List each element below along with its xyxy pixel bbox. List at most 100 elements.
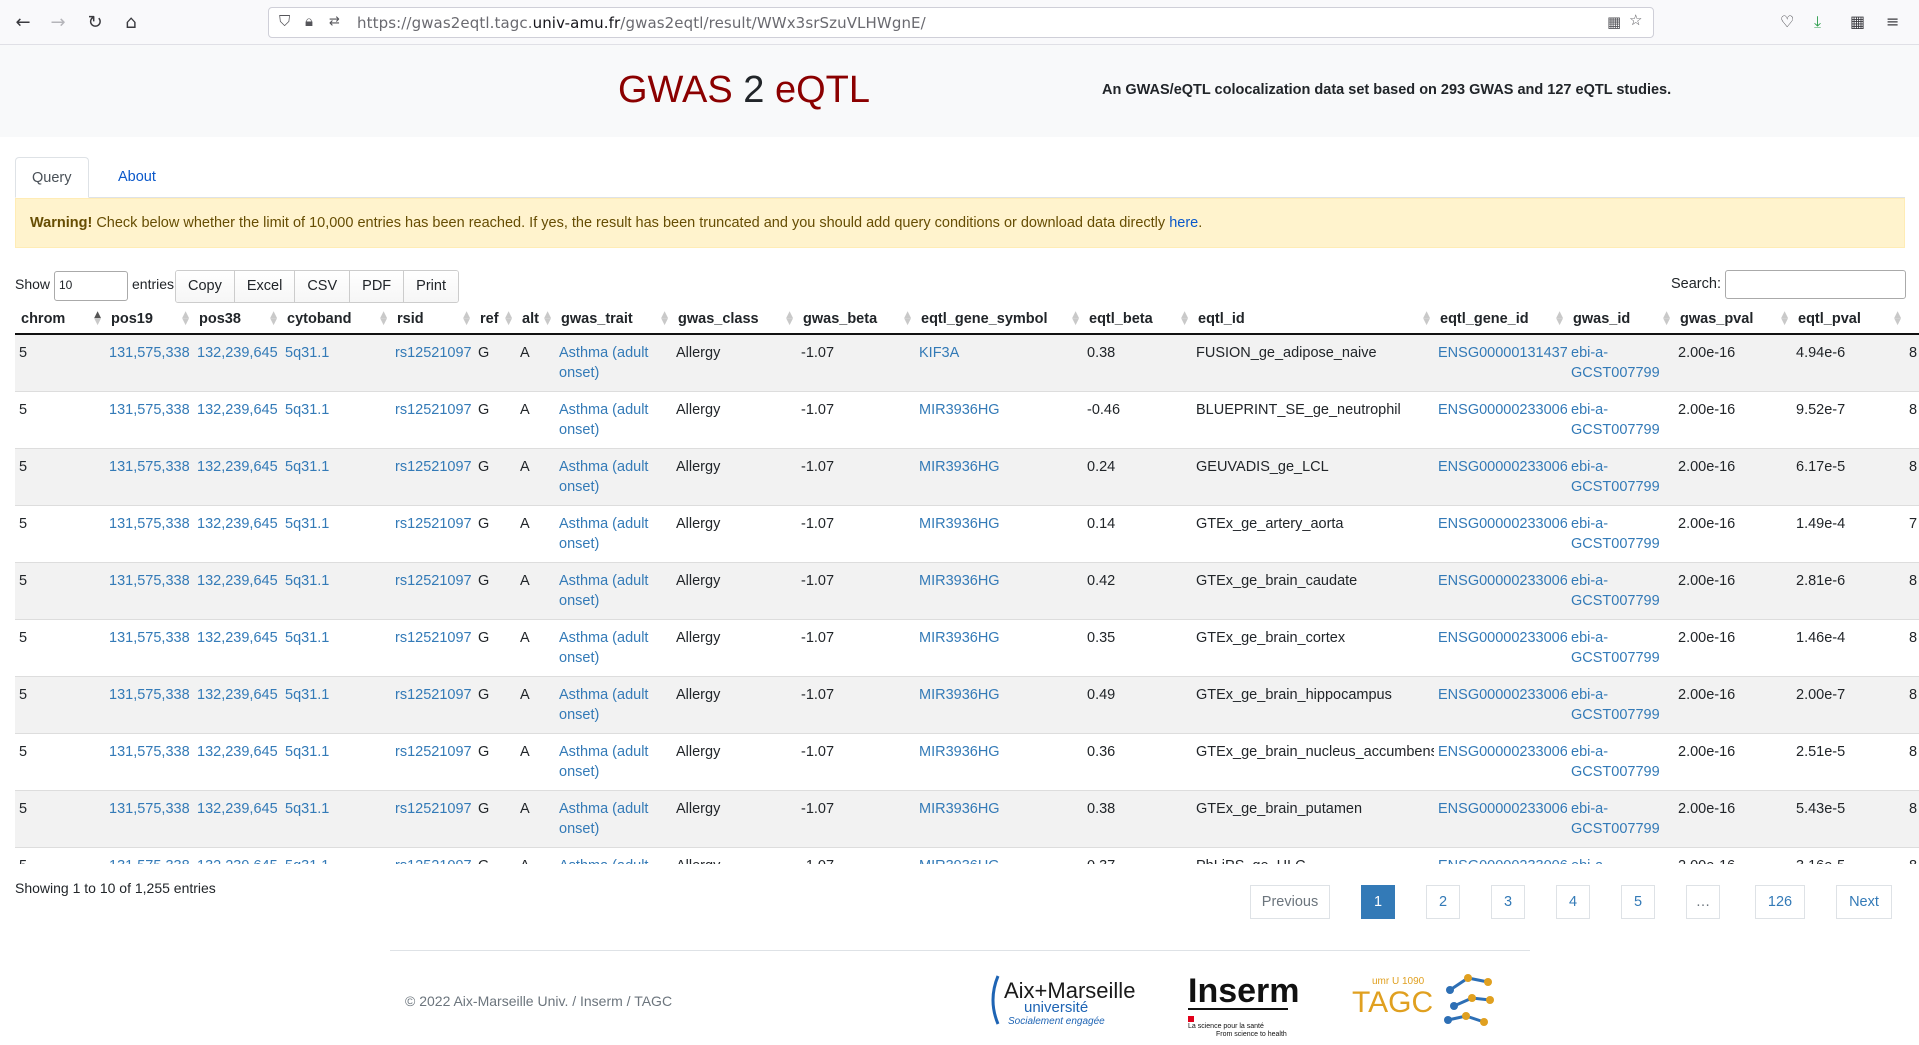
next-page-button[interactable]: Next [1836, 885, 1892, 919]
column-header-eqtl-gene-id[interactable]: eqtl_gene_id ▲ ▼ [1434, 304, 1567, 335]
cell-eqtl-gene-symbol[interactable]: MIR3936HG [915, 733, 1083, 791]
page-126-button[interactable]: 126 [1755, 885, 1805, 919]
page-3-button[interactable]: 3 [1491, 885, 1525, 919]
cell-gwas-id[interactable]: ebi-a-GCST007799 [1567, 733, 1674, 791]
column-header-gwas-beta[interactable]: gwas_beta ▲ ▼ [797, 304, 915, 335]
cell-cytoband[interactable]: 5q31.1 [281, 562, 391, 620]
lock-icon[interactable]: 🔒︎ [305, 12, 313, 30]
cell-pos38[interactable]: 132,239,645 [193, 562, 281, 620]
column-header-gwas-class[interactable]: gwas_class ▲ ▼ [672, 304, 797, 335]
cell-eqtl-gene-symbol[interactable]: MIR3936HG [915, 847, 1083, 864]
cell-gwas-id[interactable]: ebi-a-GCST007799 [1567, 790, 1674, 848]
inserm-logo[interactable]: Inserm La science pour la santé From sci… [1188, 968, 1308, 1038]
tab-query[interactable]: Query [15, 157, 89, 198]
search-input[interactable] [1725, 270, 1906, 299]
tab-about[interactable]: About [102, 157, 172, 198]
extensions-icon[interactable]: ▦ [1850, 12, 1865, 31]
cell-eqtl-gene-id[interactable]: ENSG00000233006 [1434, 391, 1567, 449]
cell-rsid[interactable]: rs12521097 [391, 619, 474, 677]
cell-pos38[interactable]: 132,239,645 [193, 619, 281, 677]
column-header-alt[interactable]: alt ▲ ▼ [516, 304, 555, 335]
cell-eqtl-gene-symbol[interactable]: KIF3A [915, 333, 1083, 392]
column-header-gwas-pval[interactable]: gwas_pval ▲ ▼ [1674, 304, 1792, 335]
cell-cytoband[interactable]: 5q31.1 [281, 790, 391, 848]
cell-rsid[interactable]: rs12521097 [391, 448, 474, 506]
cell-gwas-id[interactable]: ebi-a-GCST007799 [1567, 619, 1674, 677]
cell-eqtl-gene-symbol[interactable]: MIR3936HG [915, 448, 1083, 506]
column-header-chrom[interactable]: chrom ▲ ▼ [15, 304, 105, 335]
tagc-logo[interactable]: umr U 1090 TAGC [1350, 970, 1505, 1030]
cell-pos19[interactable]: 131,575,338 [105, 619, 193, 677]
cell-eqtl-gene-id[interactable]: ENSG00000233006 [1434, 505, 1567, 563]
address-bar[interactable]: ⛉ 🔒︎ ⇄ https://gwas2eqtl.tagc.univ-amu.f… [268, 7, 1654, 38]
shield-icon[interactable]: ⛉ [279, 12, 290, 30]
cell-eqtl-gene-id[interactable]: ENSG00000233006 [1434, 790, 1567, 848]
cell-cytoband[interactable]: 5q31.1 [281, 448, 391, 506]
cell-gwas-trait[interactable]: Asthma (adult onset) [555, 505, 672, 563]
column-header-pos19[interactable]: pos19 ▲ ▼ [105, 304, 193, 335]
cell-pos38[interactable]: 132,239,645 [193, 333, 281, 392]
cell-pos19[interactable]: 131,575,338 [105, 333, 193, 392]
cell-gwas-id[interactable]: ebi-a-GCST007799 [1567, 448, 1674, 506]
cell-gwas-trait[interactable]: Asthma (adult onset) [555, 847, 672, 864]
cell-gwas-trait[interactable]: Asthma (adult onset) [555, 562, 672, 620]
cell-rsid[interactable]: rs12521097 [391, 790, 474, 848]
cell-eqtl-gene-symbol[interactable]: MIR3936HG [915, 391, 1083, 449]
cell-eqtl-gene-id[interactable]: ENSG00000233006 [1434, 562, 1567, 620]
cell-eqtl-gene-symbol[interactable]: MIR3936HG [915, 619, 1083, 677]
cell-eqtl-gene-id[interactable]: ENSG00000233006 [1434, 619, 1567, 677]
cell-rsid[interactable]: rs12521097 [391, 733, 474, 791]
copy-button[interactable]: Copy [176, 271, 235, 302]
cell-eqtl-gene-id[interactable]: ENSG00000233006 [1434, 733, 1567, 791]
cell-pos19[interactable]: 131,575,338 [105, 391, 193, 449]
amu-logo[interactable]: Aix+Marseille université Socialement eng… [990, 970, 1145, 1030]
cell-gwas-id[interactable]: ebi-a-GCST007799 [1567, 676, 1674, 734]
cell-gwas-id[interactable]: ebi-a-GCST007799 [1567, 391, 1674, 449]
cell-pos38[interactable]: 132,239,645 [193, 790, 281, 848]
cell-rsid[interactable]: rs12521097 [391, 333, 474, 392]
pdf-button[interactable]: PDF [350, 271, 405, 302]
back-icon[interactable]: ← [12, 12, 34, 34]
cell-eqtl-gene-id[interactable]: ENSG00000233006 [1434, 847, 1567, 864]
cell-rsid[interactable]: rs12521097 [391, 676, 474, 734]
cell-cytoband[interactable]: 5q31.1 [281, 505, 391, 563]
cell-pos19[interactable]: 131,575,338 [105, 562, 193, 620]
cell-pos38[interactable]: 132,239,645 [193, 505, 281, 563]
cell-gwas-trait[interactable]: Asthma (adult onset) [555, 391, 672, 449]
downloads-icon[interactable]: ⤓ [1814, 12, 1821, 32]
cell-gwas-trait[interactable]: Asthma (adult onset) [555, 733, 672, 791]
cell-gwas-id[interactable]: ebi-a-GCST007799 [1567, 562, 1674, 620]
cell-eqtl-gene-symbol[interactable]: MIR3936HG [915, 562, 1083, 620]
qr-code-icon[interactable]: ▦ [1607, 13, 1621, 31]
cell-pos19[interactable]: 131,575,338 [105, 676, 193, 734]
cell-eqtl-gene-symbol[interactable]: MIR3936HG [915, 790, 1083, 848]
column-header-cytoband[interactable]: cytoband ▲ ▼ [281, 304, 391, 335]
cell-rsid[interactable]: rs12521097 [391, 505, 474, 563]
cell-rsid[interactable]: rs12521097 [391, 391, 474, 449]
cell-gwas-id[interactable]: ebi-a-GCST007799 [1567, 505, 1674, 563]
cell-pos38[interactable]: 132,239,645 [193, 676, 281, 734]
cell-gwas-trait[interactable]: Asthma (adult onset) [555, 448, 672, 506]
column-header-eqtl-id[interactable]: eqtl_id ▲ ▼ [1192, 304, 1434, 335]
cell-cytoband[interactable]: 5q31.1 [281, 847, 391, 864]
cell-rsid[interactable]: rs12521097 [391, 847, 474, 864]
print-button[interactable]: Print [404, 271, 458, 302]
cell-cytoband[interactable]: 5q31.1 [281, 391, 391, 449]
cell-rsid[interactable]: rs12521097 [391, 562, 474, 620]
cell-cytoband[interactable]: 5q31.1 [281, 733, 391, 791]
column-header-eqtl-gene-symbol[interactable]: eqtl_gene_symbol ▲ ▼ [915, 304, 1083, 335]
page-4-button[interactable]: 4 [1556, 885, 1590, 919]
cell-eqtl-gene-symbol[interactable]: MIR3936HG [915, 505, 1083, 563]
cell-gwas-id[interactable]: ebi-a-GCST007799 [1567, 847, 1674, 864]
cell-gwas-trait[interactable]: Asthma (adult onset) [555, 333, 672, 392]
url-text[interactable]: https://gwas2eqtl.tagc.univ-amu.fr/gwas2… [357, 14, 926, 32]
column-header-gwas-trait[interactable]: gwas_trait ▲ ▼ [555, 304, 672, 335]
column-header-gwas-id[interactable]: gwas_id ▲ ▼ [1567, 304, 1674, 335]
cell-pos38[interactable]: 132,239,645 [193, 847, 281, 864]
cell-gwas-id[interactable]: ebi-a-GCST007799 [1567, 333, 1674, 392]
cell-eqtl-gene-id[interactable]: ENSG00000233006 [1434, 676, 1567, 734]
forward-icon[interactable]: → [47, 12, 69, 34]
cell-pos19[interactable]: 131,575,338 [105, 505, 193, 563]
cell-pos38[interactable]: 132,239,645 [193, 391, 281, 449]
page-1-button[interactable]: 1 [1361, 885, 1395, 919]
